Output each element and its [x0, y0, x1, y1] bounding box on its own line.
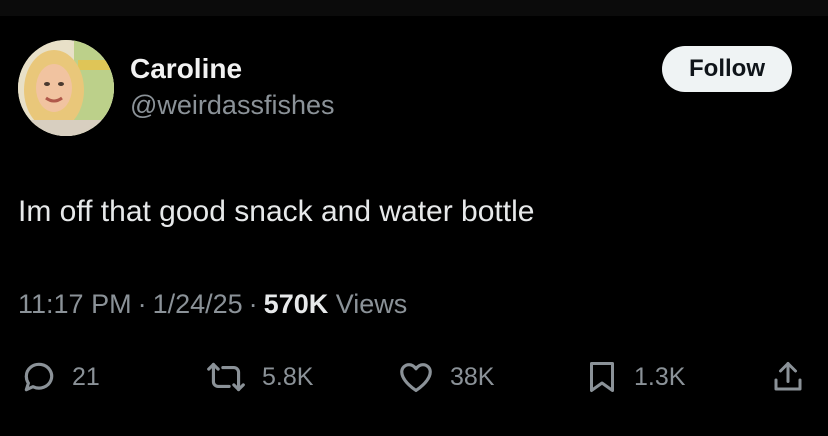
tweet-time[interactable]: 11:17 PM	[18, 289, 132, 319]
speech-bubble-icon	[20, 358, 58, 396]
user-handle[interactable]: @weirdassfishes	[130, 88, 334, 122]
share-upload-icon	[770, 358, 806, 396]
follow-button[interactable]: Follow	[662, 46, 792, 92]
reply-count: 21	[72, 362, 100, 391]
reply-button[interactable]: 21	[20, 355, 100, 399]
repost-button[interactable]: 5.8K	[204, 355, 313, 399]
meta-separator: ·	[248, 289, 258, 319]
user-names: Caroline @weirdassfishes	[130, 52, 334, 122]
avatar[interactable]	[18, 40, 114, 136]
like-count: 38K	[450, 362, 495, 391]
tweet-date[interactable]: 1/24/25	[153, 289, 243, 319]
tweet-text: Im off that good snack and water bottle	[18, 195, 535, 228]
meta-separator: ·	[137, 289, 147, 319]
top-strip	[0, 0, 828, 16]
tweet-meta: 11:17 PM · 1/24/25 · 570K Views	[18, 286, 407, 322]
share-button[interactable]	[770, 355, 806, 399]
heart-outline-icon	[396, 358, 436, 396]
repost-arrows-icon	[204, 358, 248, 396]
bookmark-count: 1.3K	[634, 362, 686, 391]
repost-count: 5.8K	[262, 362, 314, 391]
bookmark-icon	[584, 358, 620, 396]
like-button[interactable]: 38K	[396, 355, 494, 399]
views-count: 570K	[263, 289, 329, 319]
bookmark-button[interactable]: 1.3K	[584, 355, 685, 399]
action-bar: 21 5.8K 38K 1.3K	[18, 355, 810, 399]
display-name[interactable]: Caroline	[130, 52, 334, 86]
tweet-header: Caroline @weirdassfishes Follow	[18, 40, 810, 140]
views-label: Views	[335, 289, 408, 319]
